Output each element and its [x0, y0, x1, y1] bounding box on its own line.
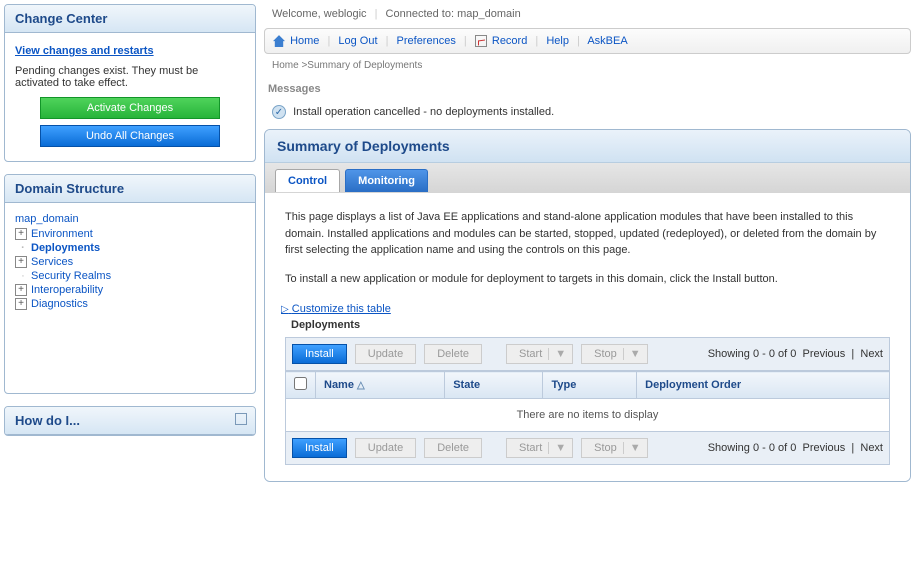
- table-toolbar-top: Install Update Delete Start ▼ Stop ▼ Showi…: [285, 337, 890, 371]
- pending-changes-text: Pending changes exist. They must be acti…: [15, 65, 245, 89]
- update-button[interactable]: Update: [355, 438, 416, 458]
- plus-icon[interactable]: +: [15, 284, 27, 296]
- tree-item-environment[interactable]: + Environment: [15, 227, 245, 241]
- tree-item-security-realms[interactable]: ·Security Realms: [15, 269, 245, 283]
- tree-item-label: Diagnostics: [31, 298, 88, 310]
- pager-next[interactable]: Next: [860, 442, 883, 454]
- activate-changes-button[interactable]: Activate Changes: [40, 97, 220, 119]
- tree-item-diagnostics[interactable]: + Diagnostics: [15, 297, 245, 311]
- tab-control[interactable]: Control: [275, 169, 340, 192]
- sort-asc-icon: △: [357, 380, 365, 391]
- chevron-down-icon: ▼: [623, 348, 641, 360]
- deployments-table: Name △ State Type Deployment Order There…: [285, 371, 890, 432]
- update-button[interactable]: Update: [355, 344, 416, 364]
- view-changes-link[interactable]: View changes and restarts: [15, 41, 245, 65]
- tree-item-services[interactable]: + Services: [15, 255, 245, 269]
- table-toolbar-bottom: Install Update Delete Start ▼ Stop ▼ Showi…: [285, 432, 890, 465]
- home-icon: [273, 35, 285, 47]
- breadcrumb: Home >Summary of Deployments: [264, 58, 911, 79]
- record-icon: [475, 35, 487, 47]
- start-dropdown[interactable]: Start ▼: [506, 438, 573, 458]
- stop-label: Stop: [594, 442, 617, 454]
- welcome-text: Welcome, weblogic: [272, 8, 367, 20]
- delete-button[interactable]: Delete: [424, 438, 482, 458]
- chevron-down-icon: ▼: [548, 348, 566, 360]
- tree-item-interoperability[interactable]: + Interoperability: [15, 283, 245, 297]
- description-1: This page displays a list of Java EE app…: [285, 209, 890, 259]
- chevron-down-icon: ▼: [623, 442, 641, 454]
- customize-table-link[interactable]: ▷ Customize this table: [281, 303, 391, 315]
- messages-heading: Messages: [264, 79, 911, 99]
- deployments-table-label: Deployments: [285, 317, 890, 337]
- pager-next[interactable]: Next: [860, 348, 883, 360]
- tree-item-label: Environment: [31, 228, 93, 240]
- stop-dropdown[interactable]: Stop ▼: [581, 438, 648, 458]
- tree-item-label: Security Realms: [31, 270, 111, 282]
- select-all-checkbox[interactable]: [294, 377, 307, 390]
- domain-structure-title: Domain Structure: [5, 175, 255, 203]
- change-center-panel: Change Center View changes and restarts …: [4, 4, 256, 162]
- pager-prev[interactable]: Previous: [802, 442, 845, 454]
- plus-icon[interactable]: +: [15, 256, 27, 268]
- customize-table-label: Customize this table: [292, 303, 391, 315]
- triangle-icon: ▷: [281, 304, 289, 315]
- logout-link[interactable]: Log Out: [338, 35, 377, 47]
- start-label: Start: [519, 348, 542, 360]
- description-2: To install a new application or module f…: [285, 271, 890, 288]
- pager-bottom: Showing 0 - 0 of 0 Previous | Next: [708, 442, 883, 454]
- change-center-title: Change Center: [5, 5, 255, 33]
- pager-showing: Showing 0 - 0 of 0: [708, 442, 797, 454]
- install-button[interactable]: Install: [292, 344, 347, 364]
- record-link[interactable]: Record: [492, 35, 527, 47]
- pager-prev[interactable]: Previous: [802, 348, 845, 360]
- help-link[interactable]: Help: [546, 35, 569, 47]
- col-checkbox: [286, 372, 316, 399]
- start-label: Start: [519, 442, 542, 454]
- message-text: Install operation cancelled - no deploym…: [293, 106, 554, 118]
- how-do-i-title: How do I...: [5, 407, 255, 435]
- tree-item-label: Deployments: [31, 242, 100, 254]
- tab-bar: Control Monitoring: [265, 163, 910, 193]
- connected-to-text: Connected to: map_domain: [386, 8, 521, 20]
- stop-dropdown[interactable]: Stop ▼: [581, 344, 648, 364]
- top-status-bar: Welcome, weblogic | Connected to: map_do…: [264, 4, 911, 24]
- install-button[interactable]: Install: [292, 438, 347, 458]
- tree-item-label: Interoperability: [31, 284, 103, 296]
- col-state[interactable]: State: [445, 372, 543, 399]
- col-name[interactable]: Name △: [316, 372, 445, 399]
- stop-label: Stop: [594, 348, 617, 360]
- col-name-label: Name: [324, 379, 354, 391]
- col-type[interactable]: Type: [543, 372, 637, 399]
- main-panel: Summary of Deployments Control Monitorin…: [264, 129, 911, 482]
- top-toolbar: Home | Log Out | Preferences | Record | …: [264, 28, 911, 54]
- pager-showing: Showing 0 - 0 of 0: [708, 348, 797, 360]
- undo-all-changes-button[interactable]: Undo All Changes: [40, 125, 220, 147]
- home-link[interactable]: Home: [290, 35, 319, 47]
- preferences-link[interactable]: Preferences: [397, 35, 456, 47]
- maximize-icon[interactable]: [235, 413, 247, 425]
- plus-icon[interactable]: +: [15, 298, 27, 310]
- col-order[interactable]: Deployment Order: [637, 372, 890, 399]
- empty-row: There are no items to display: [286, 399, 890, 432]
- start-dropdown[interactable]: Start ▼: [506, 344, 573, 364]
- description-block: This page displays a list of Java EE app…: [285, 209, 890, 287]
- tree-branch-icon: ·: [15, 242, 31, 254]
- askbea-link[interactable]: AskBEA: [587, 35, 627, 47]
- how-do-i-panel: How do I...: [4, 406, 256, 436]
- tree-item-deployments[interactable]: ·Deployments: [15, 241, 245, 255]
- delete-button[interactable]: Delete: [424, 344, 482, 364]
- tree-branch-icon: ·: [15, 270, 31, 282]
- tab-monitoring[interactable]: Monitoring: [345, 169, 428, 192]
- page-title: Summary of Deployments: [265, 130, 910, 163]
- plus-icon[interactable]: +: [15, 228, 27, 240]
- info-check-icon: ✓: [272, 105, 286, 119]
- tree-item-label: Services: [31, 256, 73, 268]
- message-row: ✓ Install operation cancelled - no deplo…: [264, 99, 911, 129]
- tree-root[interactable]: map_domain: [15, 211, 245, 227]
- pager-top: Showing 0 - 0 of 0 Previous | Next: [708, 348, 883, 360]
- domain-structure-panel: Domain Structure map_domain + Environment…: [4, 174, 256, 394]
- chevron-down-icon: ▼: [548, 442, 566, 454]
